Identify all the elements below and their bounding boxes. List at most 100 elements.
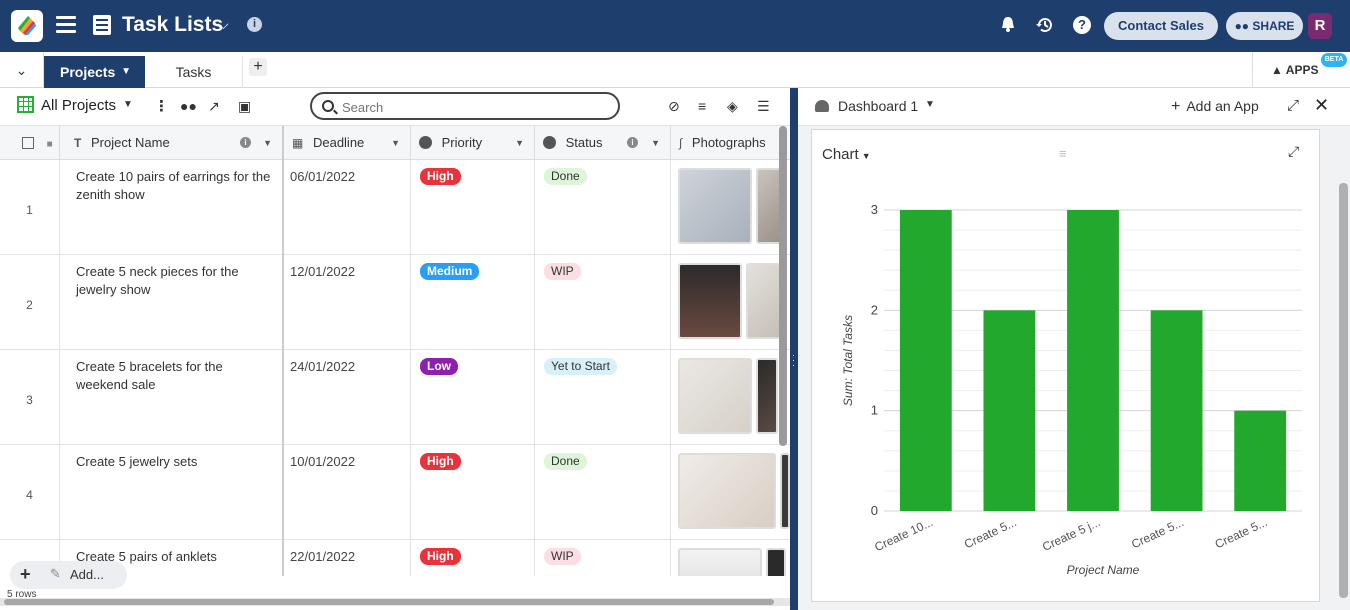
status-cell[interactable]: Done (535, 445, 671, 540)
photographs-cell[interactable] (671, 350, 790, 445)
photo-thumbnail[interactable] (678, 453, 776, 529)
priority-badge: High (420, 548, 461, 565)
column-header-project-name[interactable]: T Project Name i ▼ (60, 126, 284, 160)
horizontal-scrollbar[interactable] (0, 598, 790, 606)
project-name-cell[interactable]: Create 5 bracelets for the weekend sale (60, 350, 284, 445)
color-fill-icon[interactable]: ◈ (727, 98, 738, 115)
priority-badge: Medium (420, 263, 480, 280)
photo-thumbnail[interactable] (780, 453, 790, 529)
chevron-down-icon[interactable]: ⌵ (218, 16, 229, 33)
info-icon[interactable]: i (240, 137, 251, 148)
deadline-cell[interactable]: 10/01/2022 (284, 445, 411, 540)
grid-header: ■ T Project Name i ▼ ▦ Deadline ▼ Priori… (0, 126, 790, 160)
status-cell[interactable]: Yet to Start (535, 350, 671, 445)
dashboard-title[interactable]: Dashboard 1 (838, 98, 918, 114)
x-tick-label: Create 5 j... (1040, 515, 1102, 554)
view-name[interactable]: All Projects (41, 97, 116, 114)
photo-thumbnail[interactable] (678, 263, 742, 339)
photo-thumbnail[interactable] (756, 358, 778, 434)
filter-icon[interactable]: ☰ (757, 98, 770, 115)
priority-cell[interactable]: High (411, 540, 535, 576)
caret-down-icon[interactable]: ▼ (515, 126, 524, 160)
photographs-cell[interactable] (671, 160, 790, 255)
deadline-cell[interactable]: 06/01/2022 (284, 160, 411, 255)
caret-down-icon[interactable]: ▼ (123, 99, 133, 110)
history-icon[interactable] (1035, 15, 1055, 40)
more-options-icon[interactable]: ⋮ (154, 97, 169, 115)
status-cell[interactable]: WIP (535, 255, 671, 350)
close-icon[interactable]: ✕ (1314, 95, 1329, 116)
photographs-cell[interactable] (671, 540, 790, 576)
chevron-down-icon[interactable]: ⌄ (0, 52, 44, 88)
project-name-cell[interactable]: Create 5 jewelry sets (60, 445, 284, 540)
contact-sales-button[interactable]: Contact Sales (1104, 12, 1218, 40)
view-toolbar: All Projects ▼ ⋮ ●● ↗ ▣ ⊘ ≡ ◈ ☰ (0, 88, 790, 126)
priority-cell[interactable]: Medium (411, 255, 535, 350)
status-cell[interactable]: Done (535, 160, 671, 255)
priority-cell[interactable]: High (411, 445, 535, 540)
tab-projects[interactable]: Projects ▼ (44, 56, 145, 88)
panel-divider[interactable] (790, 88, 798, 610)
deadline-cell[interactable]: 22/01/2022 (284, 540, 411, 576)
info-icon[interactable]: i (247, 17, 262, 32)
info-icon[interactable]: i (627, 137, 638, 148)
search-box[interactable] (310, 92, 620, 120)
column-header-photographs[interactable]: ∫ Photographs (671, 126, 790, 160)
select-all-cell: ■ (0, 126, 60, 160)
column-label: Project Name (90, 135, 170, 150)
form-icon[interactable]: ▣ (238, 98, 251, 115)
bell-icon[interactable] (999, 15, 1017, 38)
add-app-button[interactable]: + Add an App (1171, 98, 1259, 116)
photographs-cell[interactable] (671, 445, 790, 540)
table-row[interactable]: 1 Create 10 pairs of earrings for the ze… (0, 160, 790, 255)
select-all-checkbox[interactable] (22, 137, 34, 149)
photo-thumbnail[interactable] (766, 548, 786, 576)
vertical-scrollbar[interactable] (779, 126, 787, 446)
caret-down-icon[interactable]: ▼ (121, 56, 131, 88)
menu-icon[interactable] (56, 16, 76, 34)
project-name-cell[interactable]: Create 10 pairs of earrings for the zeni… (60, 160, 284, 255)
export-icon[interactable]: ↗ (208, 98, 220, 115)
search-input[interactable] (342, 97, 602, 117)
deadline-cell[interactable]: 24/01/2022 (284, 350, 411, 445)
add-tab-icon[interactable]: + (249, 58, 267, 76)
add-label[interactable]: Add... (70, 567, 104, 582)
add-record-bar[interactable]: + ✎ Add... (10, 561, 127, 589)
pencil-icon: ✎ (50, 566, 61, 581)
column-header-deadline[interactable]: ▦ Deadline ▼ (284, 126, 411, 160)
priority-cell[interactable]: Low (411, 350, 535, 445)
table-row[interactable]: 3 Create 5 bracelets for the weekend sal… (0, 350, 790, 445)
group-icon[interactable]: ≡ (698, 98, 706, 114)
tab-tasks[interactable]: Tasks (145, 56, 243, 88)
vertical-scrollbar[interactable] (1339, 183, 1348, 598)
app-logo-icon[interactable] (11, 10, 43, 42)
column-header-status[interactable]: Status i ▼ (535, 126, 671, 160)
priority-cell[interactable]: High (411, 160, 535, 255)
status-cell[interactable]: WIP (535, 540, 671, 576)
caret-down-icon[interactable]: ▼ (263, 126, 272, 160)
photo-thumbnail[interactable] (678, 358, 752, 434)
caret-down-icon[interactable]: ▼ (925, 99, 935, 110)
resize-handle-icon[interactable]: · · · (792, 351, 796, 370)
photo-thumbnail[interactable] (678, 168, 752, 244)
caret-down-icon[interactable]: ▼ (391, 126, 400, 160)
project-name-cell[interactable]: Create 5 neck pieces for the jewelry sho… (60, 255, 284, 350)
caret-down-icon[interactable]: ▼ (651, 126, 660, 160)
table-row[interactable]: 4 Create 5 jewelry sets 10/01/2022 High … (0, 445, 790, 540)
y-tick-label: 3 (871, 202, 878, 217)
hide-fields-icon[interactable]: ⊘ (668, 98, 680, 115)
photo-thumbnail[interactable] (678, 548, 762, 576)
avatar[interactable]: R (1308, 13, 1332, 39)
help-icon[interactable]: ? (1073, 16, 1091, 34)
deadline-cell[interactable]: 12/01/2022 (284, 255, 411, 350)
expand-icon[interactable]: ⤢ (1287, 97, 1299, 114)
column-header-priority[interactable]: Priority ▼ (411, 126, 535, 160)
status-badge: Yet to Start (544, 358, 617, 375)
photographs-cell[interactable] (671, 255, 790, 350)
share-view-icon[interactable]: ●● (180, 98, 197, 114)
share-button[interactable]: ●● SHARE (1226, 12, 1303, 40)
table-row[interactable]: 2 Create 5 neck pieces for the jewelry s… (0, 255, 790, 350)
dashboard-panel: Dashboard 1 ▼ + Add an App ⤢ ✕ Chart ▼ ≡ ⤢… (798, 88, 1350, 610)
plus-icon[interactable]: + (20, 564, 31, 585)
workspace-title[interactable]: Task Lists (122, 13, 223, 37)
